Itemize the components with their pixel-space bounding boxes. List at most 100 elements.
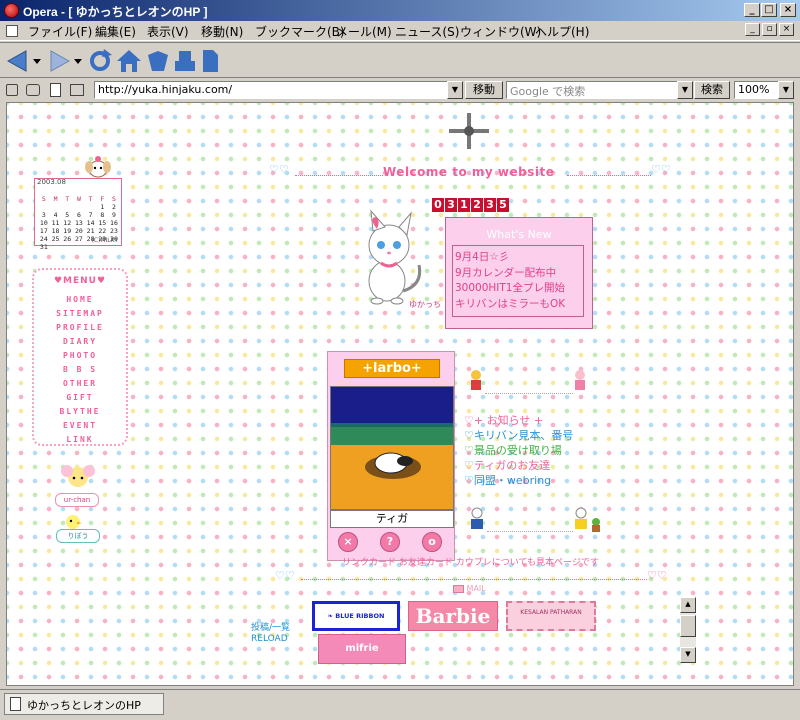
info-link-notice[interactable]: ♡+ お知らせ + <box>464 413 573 428</box>
counter-digit: 3 <box>484 198 496 212</box>
bookmarks-icon[interactable] <box>146 49 170 73</box>
new-page-icon[interactable] <box>50 83 61 97</box>
side-menu: ♥MENU♥ HOME SITEMAP PROFILE DIARY PHOTO … <box>32 268 128 446</box>
printer-icon[interactable] <box>70 84 84 96</box>
scroll-down-button[interactable]: ▼ <box>680 647 696 663</box>
counter-digit: 1 <box>458 198 470 212</box>
post-list-link[interactable]: 投稿/一覧 <box>251 623 290 634</box>
mdi-close-button[interactable]: × <box>779 23 794 36</box>
cross-ornament-icon <box>449 113 489 149</box>
mifrie-banner[interactable]: mifrie <box>318 634 406 664</box>
menu-news[interactable]: ニュース(S) <box>395 23 459 40</box>
harbot-close-button[interactable]: × <box>338 532 358 552</box>
flowerpot-icon <box>592 518 600 532</box>
page-tab[interactable]: ゆかっちとレオンのHP <box>4 693 164 715</box>
menu-link-diary[interactable]: DIARY <box>34 337 126 346</box>
menu-navigate[interactable]: 移動(N) <box>201 23 243 40</box>
menu-bookmarks[interactable]: ブックマーク(B) <box>255 23 345 40</box>
forward-icon[interactable] <box>47 49 71 73</box>
puppy-icon <box>85 156 111 178</box>
maximize-button[interactable]: □ <box>761 3 777 17</box>
page-viewport: ♡♡ Welcome to my website ♡♡ 0 3 1 2 3 5 … <box>6 102 794 686</box>
info-link-kiriban[interactable]: ♡キリバン見本、番号 <box>464 428 573 443</box>
home-icon[interactable] <box>116 48 142 74</box>
harbot-ok-button[interactable]: o <box>422 532 442 552</box>
menu-mail[interactable]: メール(M) <box>336 23 392 40</box>
info-links: ♡+ お知らせ + ♡キリバン見本、番号 ♡景品の受け取り場 ♡ティガのお友達 … <box>464 413 573 488</box>
go-button[interactable]: 移動 <box>465 81 503 99</box>
ribbon-icon: ❧ <box>327 612 334 620</box>
menu-edit[interactable]: 編集(E) <box>95 23 136 40</box>
tab-bar: ゆかっちとレオンのHP <box>0 689 800 720</box>
welcome-heading: Welcome to my website <box>383 165 555 179</box>
counter-digit: 3 <box>445 198 457 212</box>
ur-chan-badge[interactable]: ur-chan <box>55 493 99 507</box>
donald-icon <box>471 507 483 529</box>
page-icon[interactable] <box>200 49 220 73</box>
heart-left-icon: ♡♡ <box>275 569 295 582</box>
kesalan-banner[interactable]: KESALAN PATHARAN <box>506 601 596 631</box>
heart-right-icon: ♡♡ <box>647 569 667 582</box>
zoom-dropdown[interactable]: ▼ <box>778 81 794 99</box>
search-engine-dropdown[interactable]: ▼ <box>677 81 693 99</box>
menu-link-bbs[interactable]: B B S <box>34 365 126 374</box>
mail-link[interactable]: MAIL <box>453 584 486 593</box>
scroll-thumb[interactable] <box>680 615 696 637</box>
url-dropdown-button[interactable]: ▼ <box>447 81 463 99</box>
reload-icon[interactable] <box>88 49 112 73</box>
calendar: 2003.08 SMTWTFS 12 3456789 10 11 12 13 14 15 1… <box>34 178 122 251</box>
menu-link-profile[interactable]: PROFILE <box>34 323 126 332</box>
barbie-banner[interactable]: Barbie <box>408 601 498 631</box>
info-link-friends[interactable]: ♡ティガのお友達 <box>464 458 573 473</box>
news-item: 9月4日☆彡 <box>455 251 510 263</box>
lock-icon[interactable] <box>6 84 18 96</box>
info-link-webring[interactable]: ♡同盟・webring <box>464 473 573 488</box>
ribou-badge[interactable]: りぼう <box>56 529 100 543</box>
chick-icon <box>66 515 82 529</box>
whats-new-title: What's New <box>486 228 552 241</box>
info-link-prizes[interactable]: ♡景品の受け取り場 <box>464 443 573 458</box>
scroll-up-button[interactable]: ▲ <box>680 597 696 613</box>
heart-right-icon: ♡♡ <box>651 163 671 176</box>
menu-link-sitemap[interactable]: SITEMAP <box>34 309 126 318</box>
banner-scrollbar[interactable]: ▲ ▼ <box>680 597 696 663</box>
search-button[interactable]: 検索 <box>694 81 730 99</box>
search-input[interactable]: Google で検索 <box>506 81 678 99</box>
envelope-icon <box>453 584 464 593</box>
heart-icon: ♡ <box>464 444 474 457</box>
menu-link-other[interactable]: OTHER <box>34 379 126 388</box>
menu-file[interactable]: ファイル(F) <box>28 23 92 40</box>
menu-link-photo[interactable]: PHOTO <box>34 351 126 360</box>
url-input[interactable]: http://yuka.hinjaku.com/ <box>94 81 462 99</box>
harbot-pet-name: ティガ <box>330 510 454 528</box>
back-history-icon[interactable] <box>33 57 41 65</box>
title-bar: Opera - [ ゆかっちとレオンのHP ] _ □ × <box>0 0 800 21</box>
minimize-button[interactable]: _ <box>744 3 760 17</box>
mdi-minimize-button[interactable]: _ <box>745 23 760 36</box>
menu-link-home[interactable]: HOME <box>34 295 126 304</box>
harbot-widget: +larbo+ ティガ × ? o <box>327 351 455 561</box>
mdi-restore-button[interactable]: ▫ <box>762 23 777 36</box>
whats-new-box: What's New 9月4日☆彡 9月カレンダー配布中 30000HIT1全プ… <box>445 217 593 329</box>
menu-help[interactable]: ヘルプ(H) <box>535 23 589 40</box>
menu-link-blythe[interactable]: BLYTHE <box>34 407 126 416</box>
close-button[interactable]: × <box>780 3 796 17</box>
back-icon[interactable] <box>6 49 30 73</box>
menu-link-event[interactable]: EVENT <box>34 421 126 430</box>
zoom-field[interactable]: 100% <box>734 81 780 99</box>
document-icon[interactable] <box>6 25 18 37</box>
menu-link-link[interactable]: LINK <box>34 435 126 444</box>
forward-history-icon[interactable] <box>74 57 82 65</box>
menu-link-gift[interactable]: GIFT <box>34 393 126 402</box>
blue-ribbon-banner[interactable]: ❧ BLUE RIBBON <box>312 601 400 631</box>
menu-window[interactable]: ウィンドウ(W) <box>460 23 541 40</box>
cat-caption: ゆかっち <box>409 300 441 309</box>
menu-view[interactable]: 表示(V) <box>147 23 189 40</box>
harbot-help-button[interactable]: ? <box>380 532 400 552</box>
calendar-credit: (C)MILKY <box>91 237 118 244</box>
print-icon[interactable] <box>173 49 197 73</box>
reload-link[interactable]: RELOAD <box>251 634 290 645</box>
harbot-screen[interactable] <box>330 386 454 510</box>
piglet-icon <box>575 370 585 390</box>
camera-icon[interactable] <box>26 84 40 96</box>
